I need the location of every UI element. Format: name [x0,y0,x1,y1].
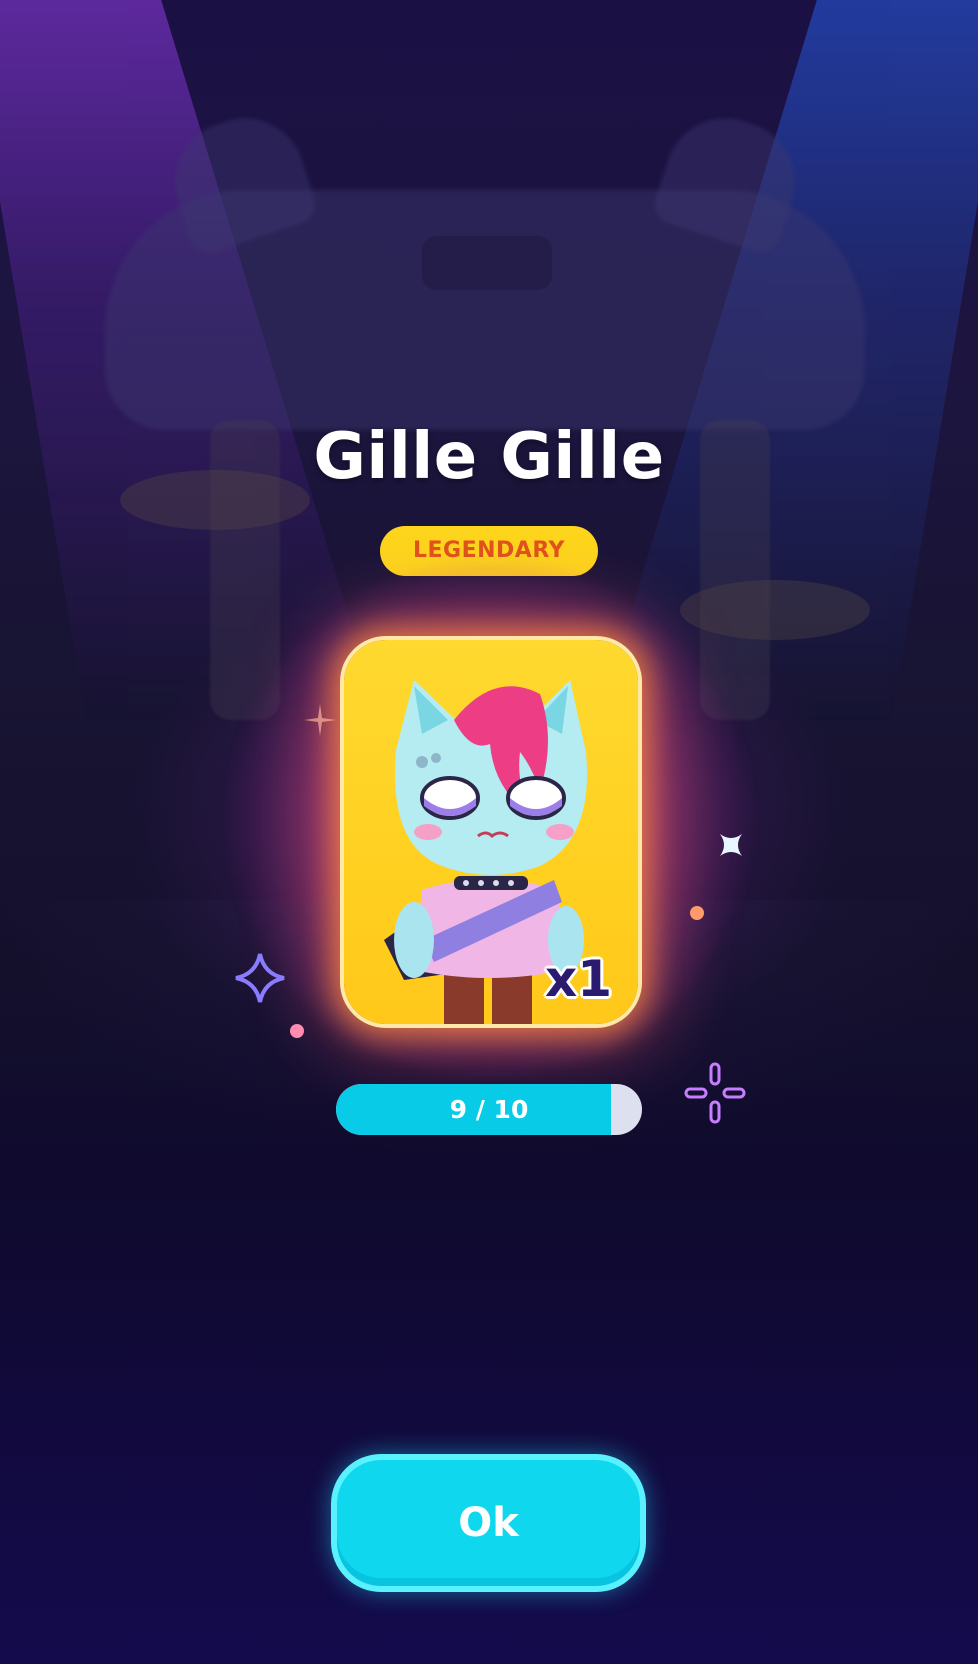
reward-screen: Gille Gille LEGENDARY x1 9 / 10 Ok [0,0,978,1664]
progress-label: 9 / 10 [449,1095,529,1124]
four-point-star-icon [235,953,285,1003]
dotted-cross-sparkle-icon [684,1062,746,1124]
character-name: Gille Gille [313,420,665,494]
sparkle-dot [290,1024,304,1038]
character-card: x1 [344,640,638,1024]
background-stage-screen [422,236,552,290]
background-stage-dome [105,190,865,430]
background-platform-right [680,580,870,640]
ok-button[interactable]: Ok [337,1460,640,1586]
sparkle-dot [690,906,704,920]
x-sparkle-icon [720,834,742,856]
card-count-label: x1 [544,950,612,1008]
small-sparkle-icon [304,704,336,736]
collection-progress-bar: 9 / 10 [336,1084,642,1135]
